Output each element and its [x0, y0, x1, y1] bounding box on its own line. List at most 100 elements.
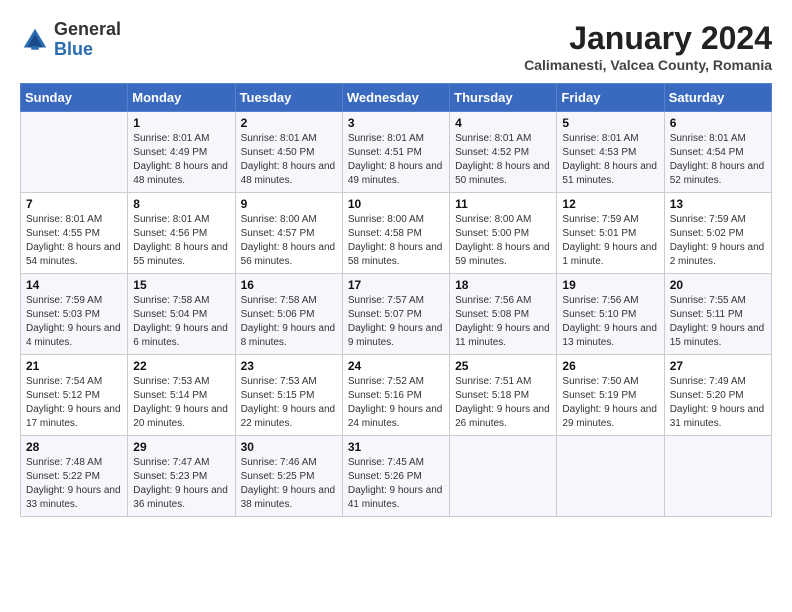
week-row-2: 7 Sunrise: 8:01 AMSunset: 4:55 PMDaylight… [21, 193, 772, 274]
day-number: 22 [133, 359, 229, 373]
day-number: 19 [562, 278, 658, 292]
calendar-table: SundayMondayTuesdayWednesdayThursdayFrid… [20, 83, 772, 517]
day-number: 27 [670, 359, 766, 373]
calendar-cell: 8 Sunrise: 8:01 AMSunset: 4:56 PMDaylight… [128, 193, 235, 274]
day-info: Sunrise: 7:55 AMSunset: 5:11 PMDaylight:… [670, 294, 766, 350]
calendar-cell: 20 Sunrise: 7:55 AMSunset: 5:11 PMDayligh… [664, 274, 771, 355]
calendar-cell: 16 Sunrise: 7:58 AMSunset: 5:06 PMDayligh… [235, 274, 342, 355]
calendar-cell [557, 436, 664, 517]
calendar-cell [450, 436, 557, 517]
day-info: Sunrise: 8:01 AMSunset: 4:52 PMDaylight:… [455, 132, 551, 188]
day-number: 17 [348, 278, 444, 292]
day-info: Sunrise: 7:58 AMSunset: 5:04 PMDaylight:… [133, 294, 229, 350]
calendar-cell: 26Sunrise: 7:50 AMSunset: 5:19 PMDayligh… [557, 355, 664, 436]
day-info: Sunrise: 7:53 AMSunset: 5:15 PMDaylight:… [241, 375, 337, 431]
day-info: Sunrise: 7:49 AMSunset: 5:20 PMDaylight:… [670, 375, 766, 431]
day-number: 12 [562, 197, 658, 211]
day-info: Sunrise: 8:00 AMSunset: 4:57 PMDaylight:… [241, 213, 337, 269]
day-number: 14 [26, 278, 122, 292]
calendar-cell: 21 Sunrise: 7:54 AMSunset: 5:12 PMDayligh… [21, 355, 128, 436]
day-info: Sunrise: 7:45 AMSunset: 5:26 PMDaylight:… [348, 456, 444, 512]
calendar-cell: 25Sunrise: 7:51 AMSunset: 5:18 PMDayligh… [450, 355, 557, 436]
calendar-body: 1Sunrise: 8:01 AMSunset: 4:49 PMDaylight… [21, 112, 772, 517]
month-year-title: January 2024 [524, 20, 772, 57]
calendar-cell [664, 436, 771, 517]
day-info: Sunrise: 8:01 AMSunset: 4:56 PMDaylight:… [133, 213, 229, 269]
day-info: Sunrise: 8:01 AMSunset: 4:55 PMDaylight:… [26, 213, 122, 269]
day-info: Sunrise: 7:51 AMSunset: 5:18 PMDaylight:… [455, 375, 551, 431]
calendar-cell: 11Sunrise: 8:00 AMSunset: 5:00 PMDayligh… [450, 193, 557, 274]
weekday-header-row: SundayMondayTuesdayWednesdayThursdayFrid… [21, 84, 772, 112]
day-number: 18 [455, 278, 551, 292]
day-info: Sunrise: 8:01 AMSunset: 4:53 PMDaylight:… [562, 132, 658, 188]
weekday-header-sunday: Sunday [21, 84, 128, 112]
day-number: 30 [241, 440, 337, 454]
day-number: 5 [562, 116, 658, 130]
day-info: Sunrise: 7:59 AMSunset: 5:01 PMDaylight:… [562, 213, 658, 269]
title-area: January 2024 Calimanesti, Valcea County,… [524, 20, 772, 73]
calendar-cell: 6 Sunrise: 8:01 AMSunset: 4:54 PMDaylight… [664, 112, 771, 193]
day-info: Sunrise: 8:01 AMSunset: 4:50 PMDaylight:… [241, 132, 337, 188]
page-container: General Blue January 2024 Calimanesti, V… [20, 20, 772, 517]
calendar-cell [21, 112, 128, 193]
day-info: Sunrise: 8:01 AMSunset: 4:54 PMDaylight:… [670, 132, 766, 188]
calendar-cell: 10Sunrise: 8:00 AMSunset: 4:58 PMDayligh… [342, 193, 449, 274]
weekday-header-wednesday: Wednesday [342, 84, 449, 112]
calendar-cell: 12 Sunrise: 7:59 AMSunset: 5:01 PMDayligh… [557, 193, 664, 274]
calendar-cell: 23 Sunrise: 7:53 AMSunset: 5:15 PMDayligh… [235, 355, 342, 436]
day-number: 13 [670, 197, 766, 211]
day-number: 21 [26, 359, 122, 373]
header-area: General Blue January 2024 Calimanesti, V… [20, 20, 772, 73]
week-row-3: 14 Sunrise: 7:59 AMSunset: 5:03 PMDayligh… [21, 274, 772, 355]
day-info: Sunrise: 7:56 AMSunset: 5:08 PMDaylight:… [455, 294, 551, 350]
day-number: 23 [241, 359, 337, 373]
day-info: Sunrise: 7:58 AMSunset: 5:06 PMDaylight:… [241, 294, 337, 350]
day-info: Sunrise: 7:57 AMSunset: 5:07 PMDaylight:… [348, 294, 444, 350]
calendar-cell: 4 Sunrise: 8:01 AMSunset: 4:52 PMDaylight… [450, 112, 557, 193]
calendar-cell: 17 Sunrise: 7:57 AMSunset: 5:07 PMDayligh… [342, 274, 449, 355]
day-number: 4 [455, 116, 551, 130]
calendar-cell: 15 Sunrise: 7:58 AMSunset: 5:04 PMDayligh… [128, 274, 235, 355]
calendar-cell: 7 Sunrise: 8:01 AMSunset: 4:55 PMDaylight… [21, 193, 128, 274]
day-number: 16 [241, 278, 337, 292]
day-info: Sunrise: 7:56 AMSunset: 5:10 PMDaylight:… [562, 294, 658, 350]
weekday-header-tuesday: Tuesday [235, 84, 342, 112]
calendar-cell: 14 Sunrise: 7:59 AMSunset: 5:03 PMDayligh… [21, 274, 128, 355]
day-number: 31 [348, 440, 444, 454]
day-info: Sunrise: 7:52 AMSunset: 5:16 PMDaylight:… [348, 375, 444, 431]
day-number: 3 [348, 116, 444, 130]
day-number: 9 [241, 197, 337, 211]
day-info: Sunrise: 7:59 AMSunset: 5:03 PMDaylight:… [26, 294, 122, 350]
day-info: Sunrise: 7:47 AMSunset: 5:23 PMDaylight:… [133, 456, 229, 512]
calendar-cell: 19 Sunrise: 7:56 AMSunset: 5:10 PMDayligh… [557, 274, 664, 355]
day-info: Sunrise: 8:00 AMSunset: 5:00 PMDaylight:… [455, 213, 551, 269]
day-number: 6 [670, 116, 766, 130]
calendar-cell: 29 Sunrise: 7:47 AMSunset: 5:23 PMDayligh… [128, 436, 235, 517]
day-info: Sunrise: 7:46 AMSunset: 5:25 PMDaylight:… [241, 456, 337, 512]
location-subtitle: Calimanesti, Valcea County, Romania [524, 57, 772, 73]
calendar-cell: 30 Sunrise: 7:46 AMSunset: 5:25 PMDayligh… [235, 436, 342, 517]
day-info: Sunrise: 7:54 AMSunset: 5:12 PMDaylight:… [26, 375, 122, 431]
day-number: 29 [133, 440, 229, 454]
day-number: 15 [133, 278, 229, 292]
day-number: 7 [26, 197, 122, 211]
calendar-cell: 24Sunrise: 7:52 AMSunset: 5:16 PMDayligh… [342, 355, 449, 436]
day-number: 8 [133, 197, 229, 211]
calendar-cell: 18 Sunrise: 7:56 AMSunset: 5:08 PMDayligh… [450, 274, 557, 355]
calendar-cell: 22Sunrise: 7:53 AMSunset: 5:14 PMDayligh… [128, 355, 235, 436]
day-number: 20 [670, 278, 766, 292]
calendar-cell: 3 Sunrise: 8:01 AMSunset: 4:51 PMDaylight… [342, 112, 449, 193]
calendar-header: SundayMondayTuesdayWednesdayThursdayFrid… [21, 84, 772, 112]
day-info: Sunrise: 8:01 AMSunset: 4:51 PMDaylight:… [348, 132, 444, 188]
day-info: Sunrise: 7:59 AMSunset: 5:02 PMDaylight:… [670, 213, 766, 269]
logo-icon [20, 25, 50, 55]
weekday-header-thursday: Thursday [450, 84, 557, 112]
weekday-header-saturday: Saturday [664, 84, 771, 112]
day-number: 1 [133, 116, 229, 130]
day-number: 2 [241, 116, 337, 130]
weekday-header-monday: Monday [128, 84, 235, 112]
calendar-cell: 13 Sunrise: 7:59 AMSunset: 5:02 PMDayligh… [664, 193, 771, 274]
calendar-cell: 2 Sunrise: 8:01 AMSunset: 4:50 PMDaylight… [235, 112, 342, 193]
weekday-header-friday: Friday [557, 84, 664, 112]
week-row-1: 1Sunrise: 8:01 AMSunset: 4:49 PMDaylight… [21, 112, 772, 193]
